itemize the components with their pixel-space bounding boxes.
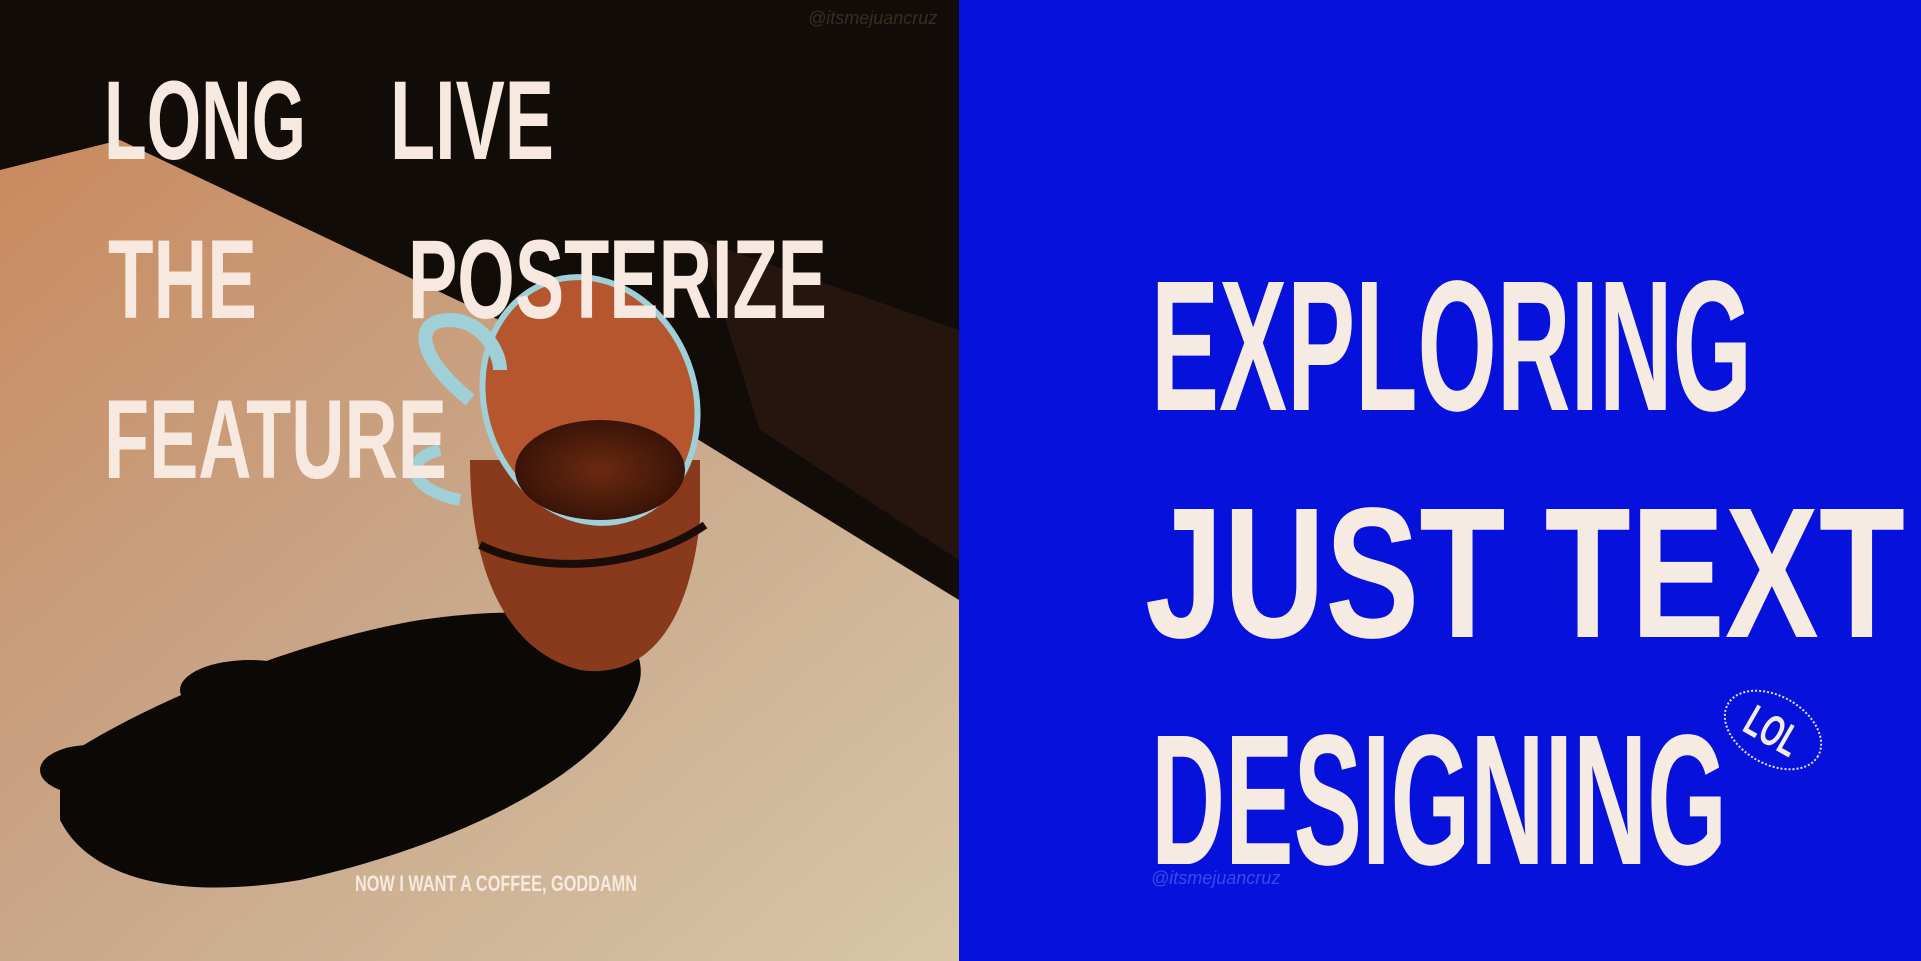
watermark: @itsmejuancruz (808, 8, 937, 28)
watermark: @itsmejuancruz (1151, 868, 1280, 888)
title-line-2a: THE (108, 217, 257, 342)
title-line-3: FEATURE (104, 377, 447, 502)
title-line-1b: LIVE (390, 58, 554, 183)
title-line-1a: LONG (104, 58, 306, 183)
line-exploring: EXPLORING (1151, 243, 1752, 450)
title-line-2b: POSTERIZE (408, 217, 827, 342)
lol-badge: LOL (1723, 689, 1823, 771)
line-just-text: JUST TEXT (1145, 470, 1905, 677)
poster-text-layer: LONG LIVE THE POSTERIZE FEATURE NOW I WA… (104, 8, 1905, 904)
caption: NOW I WANT A COFFEE, GODDAMN (355, 871, 637, 896)
lol-text: LOL (1736, 696, 1809, 766)
